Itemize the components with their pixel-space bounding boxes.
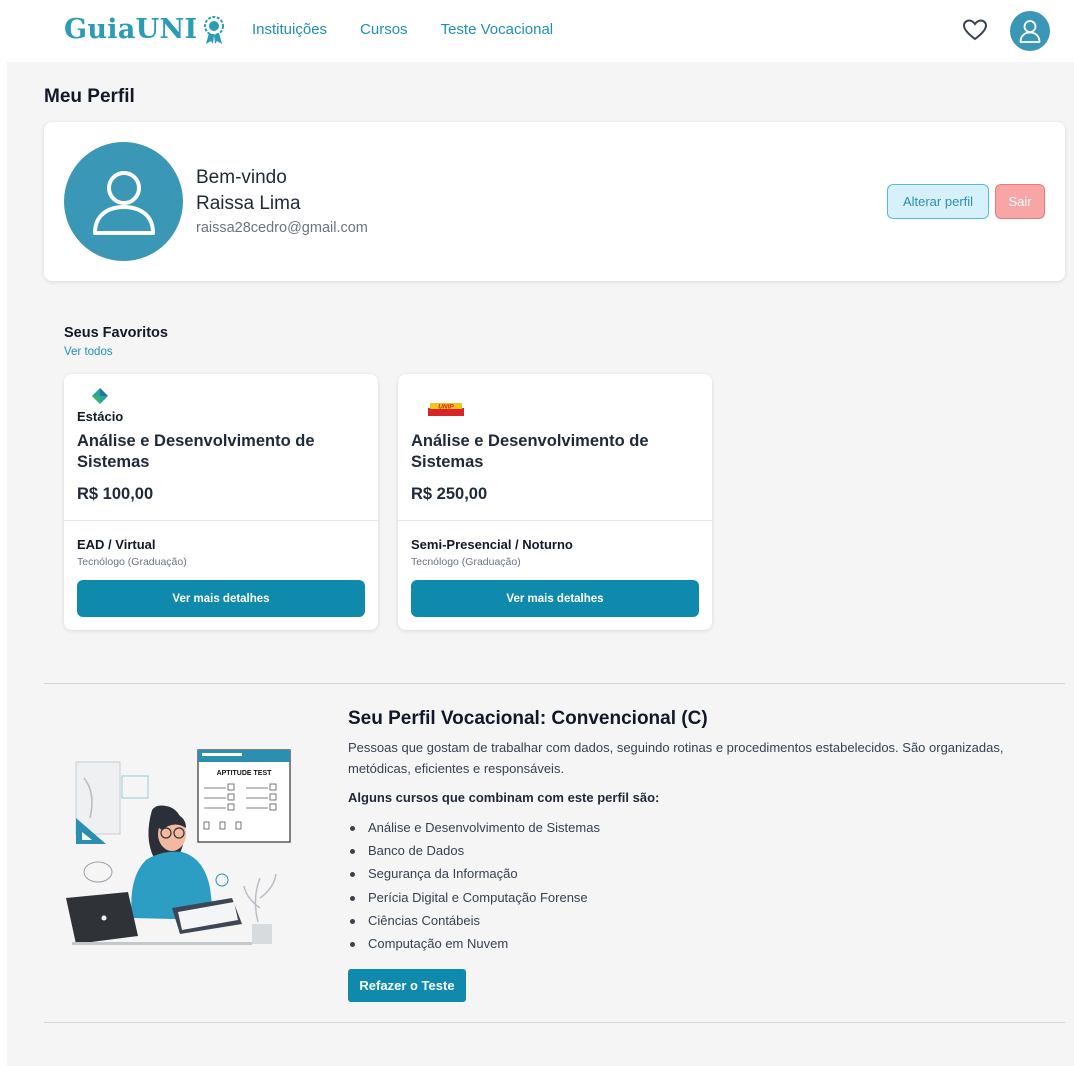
estacio-logo: Estácio <box>77 386 167 424</box>
user-name: Raissa Lima <box>196 193 301 214</box>
aptitude-test-label: APTITUDE TEST <box>217 770 273 777</box>
favorites-title: Seus Favoritos <box>64 325 168 341</box>
profile-avatar <box>64 142 183 261</box>
list-item: Análise e Desenvolvimento de Sistemas <box>348 820 600 843</box>
unip-logo-text: UNIP <box>438 404 454 411</box>
redo-test-button[interactable]: Refazer o Teste <box>348 969 466 1002</box>
vocational-test-illustration: APTITUDE TEST <box>66 749 291 945</box>
course-degree: Tecnólogo (Graduação) <box>411 556 521 568</box>
course-price: R$ 250,00 <box>411 485 488 503</box>
course-modality: Semi-Presencial / Noturno <box>411 537 573 552</box>
user-avatar-button[interactable] <box>1010 11 1050 51</box>
logo[interactable]: GuiaUNI <box>64 14 227 45</box>
course-name: Análise e Desenvolvimento de Sistemas <box>77 432 315 471</box>
nav-cursos[interactable]: Cursos <box>360 21 408 38</box>
list-item: Segurança da Informação <box>348 866 600 889</box>
nav-instituicoes[interactable]: Instituições <box>252 21 327 38</box>
main-nav: Instituições Cursos Teste Vocacional <box>252 21 586 38</box>
card-divider <box>398 520 712 521</box>
list-item: Computação em Nuvem <box>348 936 600 959</box>
estacio-logo-icon: Estácio <box>77 388 123 424</box>
see-all-favorites-link[interactable]: Ver todos <box>64 346 113 358</box>
unip-logo: UNIP <box>411 386 501 424</box>
list-item: Perícia Digital e Computação Forense <box>348 890 600 913</box>
matching-courses-subtitle: Alguns cursos que combinam com este perf… <box>348 790 660 805</box>
vocational-profile-description: Pessoas que gostam de trabalhar com dado… <box>348 740 1004 776</box>
unip-logo-icon: UNIP <box>428 403 464 416</box>
list-item: Ciências Contábeis <box>348 913 600 936</box>
matching-courses-list: Análise e Desenvolvimento de Sistemas Ba… <box>348 820 600 959</box>
see-details-button[interactable]: Ver mais detalhes <box>77 580 365 617</box>
see-details-button[interactable]: Ver mais detalhes <box>411 580 699 617</box>
user-icon <box>1019 20 1041 43</box>
course-degree: Tecnólogo (Graduação) <box>77 556 187 568</box>
logo-text: GuiaUNI <box>64 14 198 45</box>
course-name: Análise e Desenvolvimento de Sistemas <box>411 432 649 471</box>
card-divider <box>64 520 378 521</box>
nav-teste-vocacional[interactable]: Teste Vocacional <box>441 21 554 38</box>
page-title: Meu Perfil <box>44 86 135 107</box>
favorite-course-card: Estácio Análise e Desenvolvimento de Sis… <box>64 374 378 630</box>
course-modality: EAD / Virtual <box>77 537 156 552</box>
section-divider <box>44 683 1065 684</box>
heart-icon[interactable] <box>962 18 988 42</box>
favorite-course-card: UNIP Análise e Desenvolvimento de Sistem… <box>398 374 712 630</box>
estacio-logo-text: Estácio <box>77 409 123 424</box>
edit-profile-button[interactable]: Alterar perfil <box>887 184 989 219</box>
profile-card: Bem-vindo Raissa Lima raissa28cedro@gmai… <box>44 122 1065 281</box>
section-divider <box>44 1022 1065 1023</box>
course-price: R$ 100,00 <box>77 485 154 503</box>
award-ribbon-icon <box>204 15 225 44</box>
user-icon <box>92 170 155 235</box>
list-item: Banco de Dados <box>348 843 600 866</box>
top-navbar: GuiaUNI Instituições Cursos Teste Vocaci… <box>0 0 1074 62</box>
user-email: raissa28cedro@gmail.com <box>196 220 368 236</box>
welcome-text: Bem-vindo <box>196 167 287 188</box>
vocational-profile-title: Seu Perfil Vocacional: Convencional (C) <box>348 708 708 729</box>
logout-button[interactable]: Sair <box>995 184 1045 219</box>
